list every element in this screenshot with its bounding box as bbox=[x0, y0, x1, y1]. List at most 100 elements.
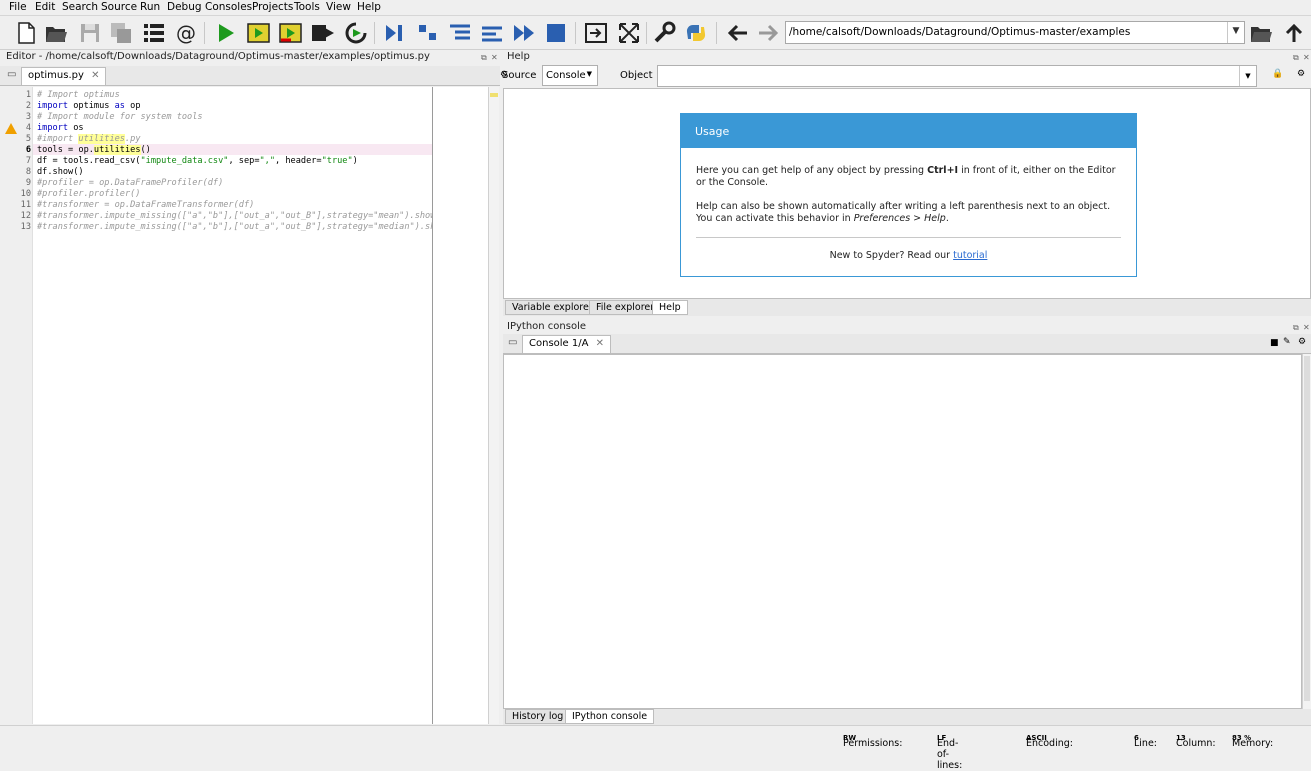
line-number: 6 bbox=[25, 145, 31, 155]
undock-icon[interactable]: ⧉ bbox=[481, 53, 487, 63]
debug-icon[interactable] bbox=[381, 20, 407, 46]
object-label: Object bbox=[620, 70, 653, 81]
python-path-icon[interactable] bbox=[683, 20, 709, 46]
lock-icon[interactable]: 🔒 bbox=[1272, 69, 1283, 79]
line-number: 5 bbox=[25, 134, 31, 144]
code-line-8: df.show() bbox=[37, 167, 84, 177]
tab-variable-explorer[interactable]: Variable explorer bbox=[505, 300, 600, 315]
menu-edit[interactable]: Edit bbox=[35, 1, 55, 13]
line-number: 10 bbox=[20, 189, 31, 199]
step-return-icon[interactable] bbox=[479, 20, 505, 46]
menu-consoles[interactable]: Consoles bbox=[205, 1, 252, 13]
browse-tabs-icon[interactable] bbox=[141, 20, 167, 46]
save-all-icon[interactable] bbox=[108, 20, 134, 46]
menu-source[interactable]: Source bbox=[101, 1, 137, 13]
undock-icon[interactable]: ⧉ bbox=[1293, 53, 1299, 63]
usage-title: Usage bbox=[681, 114, 1136, 148]
code-line-6: tools = op.utilities() bbox=[37, 145, 151, 155]
menu-run[interactable]: Run bbox=[140, 1, 160, 13]
run-cell-advance-icon[interactable] bbox=[278, 20, 304, 46]
usage-card: Usage Here you can get help of any objec… bbox=[680, 113, 1137, 277]
code-line-4: import os bbox=[37, 123, 84, 133]
fullscreen-icon[interactable] bbox=[616, 20, 642, 46]
usage-text-1: Here you can get help of any object by p… bbox=[696, 165, 1116, 188]
code-line-1: # Import optimus bbox=[37, 90, 120, 100]
tab-optimus-py[interactable]: optimus.py ✕ bbox=[21, 67, 107, 85]
options-gear-icon[interactable]: ⚙ bbox=[1297, 69, 1305, 79]
close-pane-icon[interactable]: ✕ bbox=[1303, 53, 1310, 62]
line-number: 13 bbox=[20, 222, 31, 232]
tutorial-link[interactable]: tutorial bbox=[953, 250, 987, 261]
menu-projects[interactable]: Projects bbox=[252, 1, 293, 13]
maximize-pane-icon[interactable] bbox=[583, 20, 609, 46]
email-icon[interactable]: @ bbox=[173, 20, 199, 46]
forward-arrow-icon[interactable] bbox=[755, 20, 781, 46]
tab-file-explorer[interactable]: File explorer bbox=[589, 300, 662, 315]
undock-icon[interactable]: ⧉ bbox=[1293, 323, 1299, 333]
step-into-icon[interactable] bbox=[447, 20, 473, 46]
options-gear-icon[interactable]: ⚙ bbox=[1298, 337, 1306, 347]
editor-scrollbar[interactable] bbox=[488, 87, 499, 724]
tab-label: optimus.py bbox=[28, 70, 84, 81]
menu-file[interactable]: File bbox=[9, 1, 27, 13]
source-select[interactable]: Console ▼ bbox=[542, 65, 598, 86]
run-icon[interactable] bbox=[213, 20, 239, 46]
run-selection-icon[interactable] bbox=[310, 20, 336, 46]
encoding-status: Encoding: ASCII bbox=[1026, 734, 1073, 749]
folder-icon[interactable]: ▭ bbox=[508, 337, 517, 348]
status-bar: Permissions: RW End-of-lines: LF Encodin… bbox=[0, 725, 1311, 771]
tab-help[interactable]: Help bbox=[652, 300, 688, 315]
code-line-7: df = tools.read_csv("impute_data.csv", s… bbox=[37, 156, 358, 166]
back-arrow-icon[interactable] bbox=[725, 20, 751, 46]
new-file-icon[interactable] bbox=[13, 20, 39, 46]
menu-view[interactable]: View bbox=[326, 1, 351, 13]
tab-history-log[interactable]: History log bbox=[505, 709, 571, 724]
editor-tab-bar: ▭ optimus.py ✕ bbox=[0, 66, 500, 86]
rerun-icon[interactable] bbox=[343, 20, 369, 46]
code-editor[interactable]: # Import optimus import optimus as op # … bbox=[32, 87, 485, 724]
edit-icon[interactable]: ✎ bbox=[1283, 337, 1291, 347]
line-number: 7 bbox=[25, 156, 31, 166]
tab-label: Console 1/A bbox=[529, 338, 589, 349]
step-icon[interactable] bbox=[415, 20, 441, 46]
line-number: 12 bbox=[20, 211, 31, 221]
browse-folder-icon[interactable] bbox=[1248, 20, 1274, 46]
memory-status: Memory: 83 % bbox=[1232, 734, 1274, 749]
console-output[interactable] bbox=[503, 354, 1302, 709]
continue-icon[interactable] bbox=[511, 20, 537, 46]
console-scrollbar[interactable] bbox=[1302, 354, 1311, 709]
save-icon[interactable] bbox=[77, 20, 103, 46]
preferences-wrench-icon[interactable] bbox=[651, 20, 677, 46]
stop-icon[interactable] bbox=[543, 20, 569, 46]
close-pane-icon[interactable]: ✕ bbox=[1303, 323, 1310, 332]
close-pane-icon[interactable]: ✕ bbox=[491, 53, 498, 62]
menu-debug[interactable]: Debug bbox=[167, 1, 202, 13]
parent-directory-icon[interactable] bbox=[1281, 20, 1307, 46]
line-number: 3 bbox=[25, 112, 31, 122]
ipython-pane-title: IPython console bbox=[507, 321, 587, 332]
open-file-icon[interactable] bbox=[43, 20, 69, 46]
working-directory-combo[interactable]: /home/calsoft/Downloads/Dataground/Optim… bbox=[785, 21, 1245, 44]
tab-console-1a[interactable]: Console 1/A ✕ bbox=[522, 335, 612, 353]
scroll-thumb[interactable] bbox=[1304, 356, 1310, 701]
menu-help[interactable]: Help bbox=[357, 1, 381, 13]
close-tab-icon[interactable]: ✕ bbox=[91, 70, 99, 81]
menu-tools[interactable]: Tools bbox=[294, 1, 320, 13]
line-number: 2 bbox=[25, 101, 31, 111]
line-number: 4 bbox=[25, 123, 31, 133]
stop-kernel-icon[interactable]: ■ bbox=[1270, 338, 1279, 348]
top-right-tabbar: Variable explorer File explorer Help bbox=[503, 299, 1311, 316]
editor-pane-title: Editor - /home/calsoft/Downloads/Datagro… bbox=[6, 51, 430, 62]
chevron-down-icon[interactable]: ▼ bbox=[1227, 22, 1244, 43]
tab-ipython-console[interactable]: IPython console bbox=[565, 709, 655, 724]
permissions-status: Permissions: RW bbox=[843, 734, 903, 749]
object-input[interactable]: ▼ bbox=[657, 65, 1257, 87]
run-cell-icon[interactable] bbox=[246, 20, 272, 46]
folder-icon[interactable]: ▭ bbox=[7, 69, 16, 80]
help-pane-title: Help bbox=[507, 51, 530, 62]
menu-search[interactable]: Search bbox=[62, 1, 98, 13]
menu-bar: File Edit Search Source Run Debug Consol… bbox=[0, 0, 1311, 16]
chevron-down-icon[interactable]: ▼ bbox=[1239, 66, 1256, 86]
close-tab-icon[interactable]: ✕ bbox=[596, 338, 604, 349]
svg-text:@: @ bbox=[176, 21, 196, 45]
